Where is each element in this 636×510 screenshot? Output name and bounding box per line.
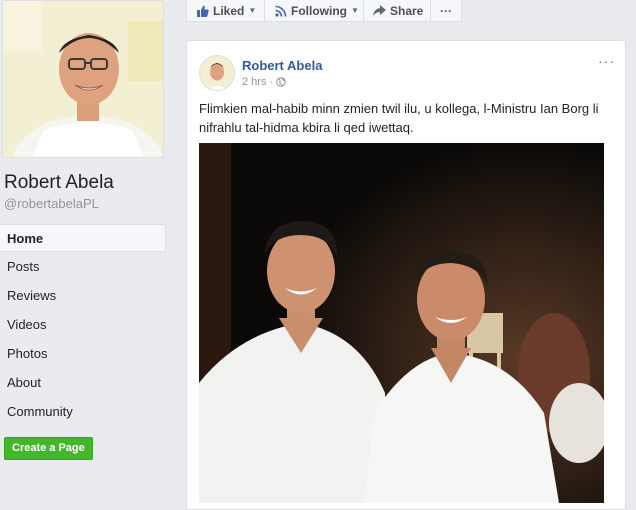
avatar-image <box>200 56 234 90</box>
nav-item-home[interactable]: Home <box>0 224 166 252</box>
post-options-button[interactable]: ··· <box>598 53 615 69</box>
post-text: Flimkien mal-habib minn zmien twil ilu, … <box>199 101 599 135</box>
page-name[interactable]: Robert Abela <box>4 172 114 194</box>
profile-picture[interactable] <box>2 0 164 158</box>
create-page-button[interactable]: Create a Page <box>4 437 93 460</box>
post-author-avatar[interactable] <box>199 55 235 91</box>
nav-item-videos[interactable]: Videos <box>0 311 166 339</box>
divider <box>363 0 364 21</box>
following-button[interactable]: Following ▼ <box>275 0 359 21</box>
globe-icon[interactable] <box>276 77 286 87</box>
nav-item-reviews[interactable]: Reviews <box>0 282 166 310</box>
profile-photo <box>3 1 163 157</box>
share-arrow-icon <box>373 5 386 16</box>
post-photo[interactable] <box>199 143 604 503</box>
share-button[interactable]: Share <box>373 0 423 21</box>
page-action-bar: Liked ▼ Following ▼ Share ··· <box>186 0 462 22</box>
post-image <box>199 143 604 503</box>
nav-item-photos[interactable]: Photos <box>0 340 166 368</box>
chevron-down-icon: ▼ <box>351 5 359 15</box>
share-label: Share <box>390 3 424 18</box>
post-meta: 2 hrs · <box>242 76 286 88</box>
thumbs-up-icon <box>197 5 209 17</box>
more-options-button[interactable]: ··· <box>440 0 452 21</box>
meta-separator: · <box>269 76 274 88</box>
post-card: Robert Abela 2 hrs · ··· Flimkien mal-ha… <box>186 40 626 510</box>
left-column: Robert Abela @robertabelaPL Home Posts R… <box>0 0 176 494</box>
following-label: Following <box>291 3 347 18</box>
nav-item-community[interactable]: Community <box>0 398 166 426</box>
post-timestamp[interactable]: 2 hrs <box>242 76 266 88</box>
liked-label: Liked <box>213 3 245 18</box>
divider <box>430 0 431 21</box>
nav-item-posts[interactable]: Posts <box>0 253 166 281</box>
chevron-down-icon: ▼ <box>248 5 257 15</box>
page-nav: Home Posts Reviews Videos Photos About C… <box>0 224 166 427</box>
nav-item-about[interactable]: About <box>0 369 166 397</box>
page-handle[interactable]: @robertabelaPL <box>4 196 99 211</box>
rss-icon <box>275 5 287 17</box>
divider <box>264 0 265 21</box>
more-dots-icon: ··· <box>440 3 452 18</box>
post-author-name[interactable]: Robert Abela <box>242 58 322 73</box>
liked-button[interactable]: Liked ▼ <box>197 0 256 21</box>
